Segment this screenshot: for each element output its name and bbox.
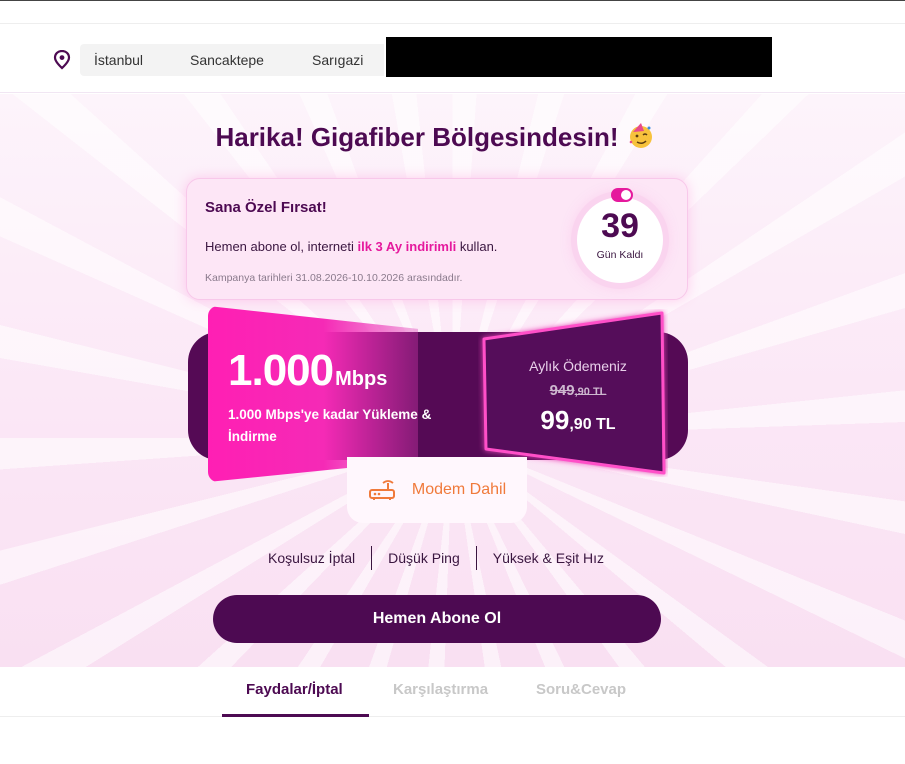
headline-text: Harika! Gigafiber Bölgesindesin! bbox=[215, 122, 619, 152]
speed-number: 1.000 bbox=[228, 346, 334, 395]
days-left-label: Gün Kaldı bbox=[596, 249, 644, 261]
offer-text-highlight: ilk 3 Ay indirimli bbox=[357, 239, 457, 254]
page-title: Harika! Gigafiber Bölgesindesin! bbox=[0, 122, 870, 153]
hero-section: Harika! Gigafiber Bölgesindesin! Sana Öz… bbox=[0, 94, 905, 667]
subscribe-now-button[interactable]: Hemen Abone Ol bbox=[213, 595, 661, 643]
offer-description: Hemen abone ol, interneti ilk 3 Ay indir… bbox=[205, 239, 497, 254]
breadcrumb-neighborhood[interactable]: Sarıgazi bbox=[288, 44, 384, 76]
speed-description: 1.000 Mbps'ye kadar Yükleme & İndirme bbox=[228, 407, 432, 444]
browser-top-strip bbox=[0, 0, 905, 24]
redacted-address-box bbox=[386, 37, 772, 77]
tab-comparison[interactable]: Karşılaştırma bbox=[393, 681, 488, 698]
location-bar: İstanbul Sancaktepe Sarıgazi bbox=[0, 25, 905, 93]
old-price-main: 949 bbox=[549, 382, 575, 399]
breadcrumb-city-label: İstanbul bbox=[94, 52, 144, 68]
countdown-toggle-icon bbox=[611, 188, 633, 202]
active-tab-underline bbox=[222, 714, 369, 717]
offer-title: Sana Özel Fırsat! bbox=[205, 199, 327, 216]
new-price: 99,90 TL bbox=[478, 405, 678, 436]
location-pin-icon bbox=[53, 50, 71, 70]
info-tabs: Faydalar/İptal Karşılaştırma Soru&Cevap bbox=[0, 667, 905, 717]
new-price-cents: ,90 TL bbox=[569, 416, 616, 433]
price-box: Aylık Ödemeniz 949,90 TL 99,90 TL bbox=[478, 309, 668, 477]
old-price: 949,90 TL bbox=[478, 382, 678, 399]
offer-text-before: Hemen abone ol, interneti bbox=[205, 239, 358, 254]
old-price-cents: ,90 TL bbox=[574, 386, 607, 398]
offer-text-after: kullan. bbox=[456, 239, 498, 254]
monthly-payment-label: Aylık Ödemeniz bbox=[529, 358, 627, 374]
feature-low-ping: Düşük Ping bbox=[371, 546, 476, 570]
breadcrumb-neighborhood-label: Sarıgazi bbox=[312, 52, 364, 68]
speed-value: 1.000 Mbps bbox=[228, 346, 387, 396]
breadcrumb-district[interactable]: Sancaktepe bbox=[166, 44, 302, 76]
feature-cancellation: Koşulsuz İptal bbox=[267, 550, 356, 566]
special-offer-card: Sana Özel Fırsat! Hemen abone ol, intern… bbox=[186, 178, 688, 300]
tab-benefits[interactable]: Faydalar/İptal bbox=[246, 681, 343, 698]
days-left-number: 39 bbox=[601, 207, 639, 245]
breadcrumb-city[interactable]: İstanbul bbox=[80, 44, 180, 76]
tab-faq[interactable]: Soru&Cevap bbox=[536, 681, 626, 698]
modem-included-badge: Modem Dahil bbox=[347, 457, 527, 523]
days-left-counter: 39 Gün Kaldı bbox=[577, 197, 663, 283]
feature-list: Koşulsuz İptal Düşük Ping Yüksek & Eşit … bbox=[0, 546, 872, 570]
feature-equal-speed: Yüksek & Eşit Hız bbox=[475, 546, 620, 570]
router-icon bbox=[368, 480, 395, 500]
new-price-main: 99 bbox=[540, 405, 570, 435]
speed-unit: Mbps bbox=[335, 368, 388, 390]
modem-label: Modem Dahil bbox=[411, 481, 507, 498]
breadcrumb-district-label: Sancaktepe bbox=[190, 52, 264, 68]
party-face-icon bbox=[629, 123, 652, 148]
campaign-dates-note: Kampanya tarihleri 31.08.2026-10.10.2026… bbox=[205, 272, 463, 284]
